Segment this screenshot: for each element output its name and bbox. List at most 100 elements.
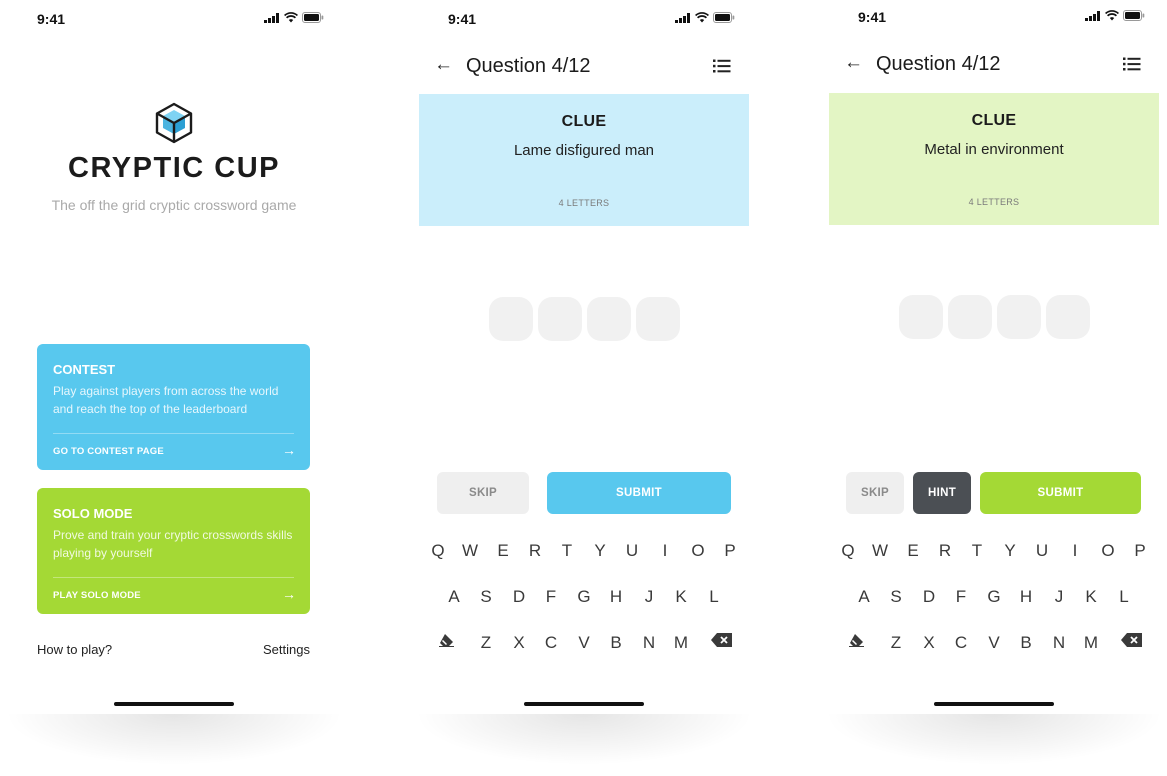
answer-tile[interactable]	[587, 297, 631, 341]
wifi-icon	[695, 12, 709, 23]
key-j[interactable]: J	[637, 586, 661, 608]
answer-tile[interactable]	[948, 295, 992, 339]
app-title: CRYPTIC CUP	[68, 152, 280, 184]
how-to-play-link[interactable]: How to play?	[37, 642, 112, 657]
submit-button[interactable]: SUBMIT	[980, 472, 1141, 514]
cube-logo-icon	[154, 102, 194, 149]
key-o[interactable]: O	[1096, 540, 1120, 562]
key-e[interactable]: E	[901, 540, 925, 562]
key-j[interactable]: J	[1047, 586, 1071, 608]
key-l[interactable]: L	[702, 586, 726, 608]
key-m[interactable]: M	[1079, 632, 1103, 654]
arrow-right-icon[interactable]: →	[282, 443, 296, 457]
backspace-icon[interactable]	[710, 632, 734, 654]
key-d[interactable]: D	[917, 586, 941, 608]
key-i[interactable]: I	[653, 540, 677, 562]
answer-tile[interactable]	[489, 297, 533, 341]
key-r[interactable]: R	[933, 540, 957, 562]
keyboard-row-2: A S D F G H J K L	[419, 586, 749, 608]
letter-count: 4 LETTERS	[968, 197, 1020, 207]
home-indicator[interactable]	[114, 702, 234, 706]
key-w[interactable]: W	[458, 540, 482, 562]
key-g[interactable]: G	[572, 586, 596, 608]
settings-link[interactable]: Settings	[263, 642, 310, 657]
answer-tile[interactable]	[636, 297, 680, 341]
key-z[interactable]: Z	[474, 632, 498, 654]
go-to-contest-link[interactable]: GO TO CONTEST PAGE	[53, 446, 164, 457]
action-row: SKIP HINT SUBMIT	[829, 472, 1159, 514]
solo-mode-title: SOLO MODE	[53, 506, 133, 521]
key-b[interactable]: B	[1014, 632, 1038, 654]
key-s[interactable]: S	[474, 586, 498, 608]
hint-button[interactable]: HINT	[913, 472, 971, 514]
skip-button[interactable]: SKIP	[846, 472, 904, 514]
eraser-icon[interactable]	[435, 632, 459, 654]
key-x[interactable]: X	[917, 632, 941, 654]
contest-description: Play against players from across the wor…	[53, 384, 279, 416]
key-g[interactable]: G	[982, 586, 1006, 608]
key-p[interactable]: P	[1128, 540, 1152, 562]
key-s[interactable]: S	[884, 586, 908, 608]
key-t[interactable]: T	[555, 540, 579, 562]
key-y[interactable]: Y	[588, 540, 612, 562]
key-p[interactable]: P	[718, 540, 742, 562]
status-bar: 9:41	[0, 0, 348, 40]
key-q[interactable]: Q	[426, 540, 450, 562]
key-v[interactable]: V	[572, 632, 596, 654]
key-d[interactable]: D	[507, 586, 531, 608]
key-h[interactable]: H	[604, 586, 628, 608]
key-l[interactable]: L	[1112, 586, 1136, 608]
key-n[interactable]: N	[1047, 632, 1071, 654]
status-icons	[675, 12, 735, 23]
key-b[interactable]: B	[604, 632, 628, 654]
key-e[interactable]: E	[491, 540, 515, 562]
skip-button[interactable]: SKIP	[437, 472, 529, 514]
answer-tile[interactable]	[538, 297, 582, 341]
key-k[interactable]: K	[669, 586, 693, 608]
back-arrow-icon[interactable]: ←	[844, 53, 863, 73]
key-u[interactable]: U	[620, 540, 644, 562]
status-icons	[1085, 10, 1145, 21]
key-i[interactable]: I	[1063, 540, 1087, 562]
key-c[interactable]: C	[949, 632, 973, 654]
key-h[interactable]: H	[1014, 586, 1038, 608]
list-icon[interactable]	[713, 59, 731, 73]
key-f[interactable]: F	[949, 586, 973, 608]
key-y[interactable]: Y	[998, 540, 1022, 562]
list-icon[interactable]	[1123, 57, 1141, 71]
play-solo-mode-link[interactable]: PLAY SOLO MODE	[53, 590, 141, 601]
key-o[interactable]: O	[686, 540, 710, 562]
answer-tile[interactable]	[997, 295, 1041, 339]
contest-card[interactable]: CONTEST Play against players from across…	[37, 344, 310, 470]
key-m[interactable]: M	[669, 632, 693, 654]
key-z[interactable]: Z	[884, 632, 908, 654]
key-r[interactable]: R	[523, 540, 547, 562]
answer-tile[interactable]	[899, 295, 943, 339]
key-k[interactable]: K	[1079, 586, 1103, 608]
solo-mode-card[interactable]: SOLO MODE Prove and train your cryptic c…	[37, 488, 310, 614]
question-title: Question 4/12	[876, 53, 1001, 75]
battery-icon	[1123, 10, 1145, 21]
status-icons	[264, 12, 324, 23]
key-u[interactable]: U	[1030, 540, 1054, 562]
key-x[interactable]: X	[507, 632, 531, 654]
home-indicator[interactable]	[934, 702, 1054, 706]
key-a[interactable]: A	[442, 586, 466, 608]
key-a[interactable]: A	[852, 586, 876, 608]
eraser-icon[interactable]	[845, 632, 869, 654]
keyboard-row-1: Q W E R T Y U I O P	[829, 540, 1159, 562]
back-arrow-icon[interactable]: ←	[434, 55, 453, 75]
home-indicator[interactable]	[524, 702, 644, 706]
key-t[interactable]: T	[965, 540, 989, 562]
answer-tile[interactable]	[1046, 295, 1090, 339]
backspace-icon[interactable]	[1120, 632, 1144, 654]
key-v[interactable]: V	[982, 632, 1006, 654]
arrow-right-icon[interactable]: →	[282, 587, 296, 601]
submit-button[interactable]: SUBMIT	[547, 472, 731, 514]
key-f[interactable]: F	[539, 586, 563, 608]
key-q[interactable]: Q	[836, 540, 860, 562]
key-n[interactable]: N	[637, 632, 661, 654]
key-c[interactable]: C	[539, 632, 563, 654]
clue-label: CLUE	[971, 112, 1017, 129]
key-w[interactable]: W	[868, 540, 892, 562]
